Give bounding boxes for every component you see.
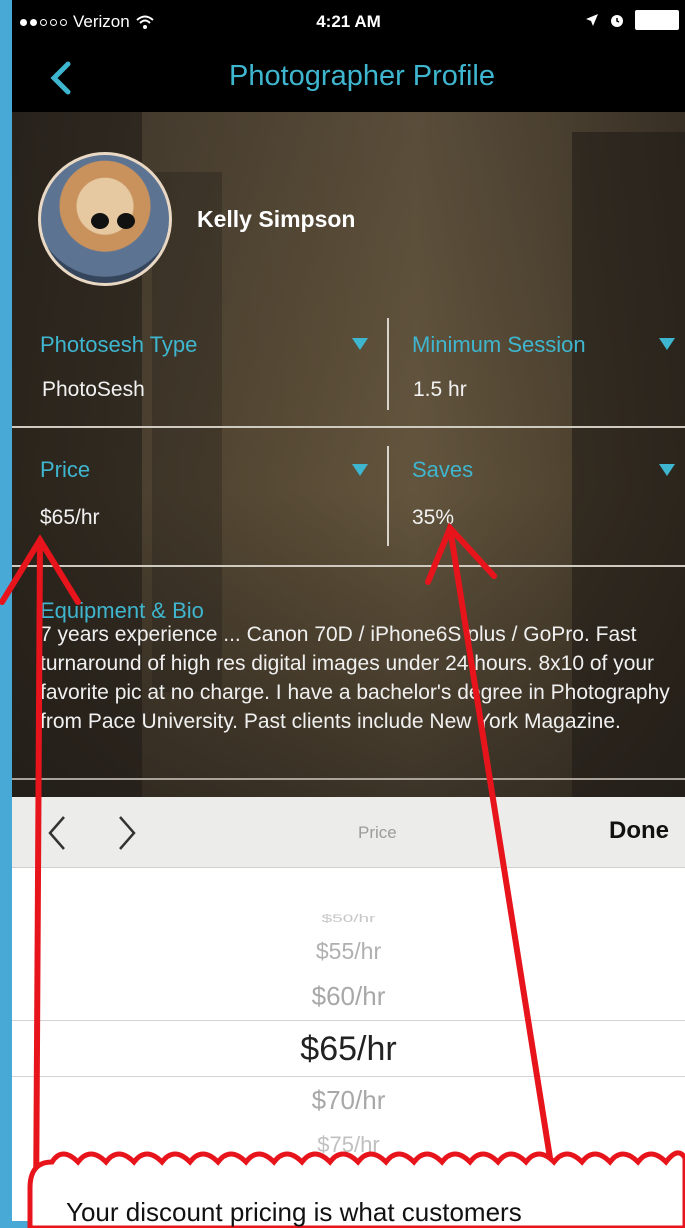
saves-value[interactable]: 35% — [412, 506, 454, 530]
saves-label: Saves — [412, 457, 474, 482]
phone-screen: Verizon 4:21 AM Photographer Profile Kel… — [12, 0, 685, 1221]
status-right — [585, 10, 679, 30]
sunglasses-graphic — [91, 213, 137, 229]
photosesh-type-label: Photosesh Type — [40, 332, 198, 357]
minimum-session-value[interactable]: 1.5 hr — [413, 378, 467, 402]
price-dropdown-icon[interactable] — [352, 464, 368, 476]
picker-option-selected[interactable]: $65/hr — [12, 1030, 685, 1069]
previous-field-icon[interactable] — [42, 813, 72, 853]
photosesh-type-dropdown-icon[interactable] — [352, 338, 368, 350]
annotation-caption: Your discount pricing is what customers — [66, 1197, 522, 1227]
navigation-bar: Photographer Profile — [12, 44, 685, 112]
next-field-icon[interactable] — [112, 813, 142, 853]
column-divider — [387, 318, 389, 410]
row-divider — [12, 426, 685, 428]
picker-option[interactable]: $70/hr — [12, 1085, 685, 1116]
alarm-clock-icon — [611, 15, 623, 27]
bio-divider — [12, 778, 685, 780]
price-label: Price — [40, 457, 91, 482]
done-button[interactable]: Done — [609, 817, 669, 845]
selection-line-bottom — [12, 1076, 685, 1077]
photosesh-type-value[interactable]: PhotoSesh — [42, 378, 145, 402]
picker-option[interactable]: $55/hr — [12, 938, 685, 965]
picker-title: Price — [358, 823, 397, 842]
status-bar: Verizon 4:21 AM — [12, 0, 685, 44]
selection-line-top — [12, 1020, 685, 1021]
minimum-session-label: Minimum Session — [412, 332, 586, 357]
location-arrow-icon — [586, 14, 598, 26]
picker-toolbar: Price Done — [12, 797, 685, 868]
photographer-name: Kelly Simpson — [197, 206, 356, 232]
minimum-session-dropdown-icon[interactable] — [659, 338, 675, 350]
battery-icon — [635, 10, 679, 30]
page-title: Photographer Profile — [229, 60, 495, 92]
saves-dropdown-icon[interactable] — [659, 464, 675, 476]
picker-option[interactable]: $60/hr — [12, 981, 685, 1012]
column-divider — [387, 446, 389, 546]
row-divider — [12, 565, 685, 567]
price-value[interactable]: $65/hr — [40, 506, 100, 530]
picker-option[interactable]: $50/hr — [12, 912, 685, 925]
avatar — [38, 152, 172, 286]
bio-text[interactable]: 7 years experience ... Canon 70D / iPhon… — [40, 620, 680, 736]
